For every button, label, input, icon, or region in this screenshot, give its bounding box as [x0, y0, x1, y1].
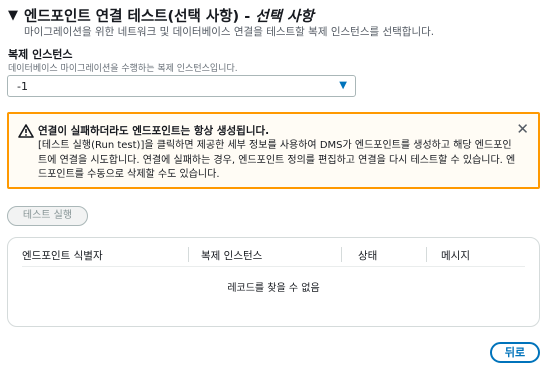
alert-heading: 연결이 실패하더라도 엔드포인트는 항상 생성됩니다. — [38, 125, 270, 137]
replication-instance-label: 복제 인스턴스 — [8, 48, 73, 61]
empty-table-message: 레코드를 찾을 수 없음 — [227, 283, 320, 294]
section-header: ▼ 엔드포인트 연결 테스트(선택 사항) - 선택 사항 — [8, 5, 314, 26]
column-header-replication-instance: 복제 인스턴스 — [201, 250, 263, 262]
collapse-caret-icon[interactable]: ▼ — [8, 7, 18, 25]
replication-instance-description: 데이터베이스 마이그레이션을 수행하는 복제 인스턴스입니다. — [8, 64, 238, 74]
column-divider[interactable] — [341, 247, 342, 262]
section-title: 엔드포인트 연결 테스트(선택 사항) - 선택 사항 — [24, 5, 314, 26]
column-header-status: 상태 — [358, 250, 378, 262]
select-value: -1 — [17, 80, 28, 93]
title-optional-tag: 선택 사항 — [255, 9, 314, 25]
column-divider[interactable] — [188, 247, 189, 262]
column-header-message: 메시지 — [441, 250, 470, 262]
warning-alert: 연결이 실패하더라도 엔드포인트는 항상 생성됩니다. [테스트 실행(Run … — [7, 112, 540, 189]
column-header-endpoint-id: 엔드포인트 식별자 — [22, 250, 103, 262]
back-button[interactable]: 뒤로 — [490, 342, 540, 363]
section-title-text: 엔드포인트 연결 테스트(선택 사항) — [24, 9, 240, 25]
dropdown-caret-icon: ▼ — [339, 80, 347, 91]
alert-body: [테스트 실행(Run test)]을 클릭하면 제공한 세부 정보를 사용하여… — [38, 140, 516, 180]
title-separator: - — [239, 9, 256, 25]
test-results-table: 엔드포인트 식별자 복제 인스턴스 상태 메시지 레코드를 찾을 수 없음 — [7, 237, 540, 327]
warning-icon — [18, 124, 34, 138]
column-divider[interactable] — [426, 247, 427, 262]
run-test-button[interactable]: 테스트 실행 — [7, 206, 88, 226]
header-divider — [22, 266, 525, 267]
section-subtitle: 마이그레이션을 위한 네트워크 및 데이터베이스 연결을 테스트할 복제 인스턴… — [24, 26, 435, 38]
close-icon[interactable]: ✕ — [516, 121, 529, 137]
replication-instance-select[interactable]: -1 ▼ — [7, 75, 356, 97]
